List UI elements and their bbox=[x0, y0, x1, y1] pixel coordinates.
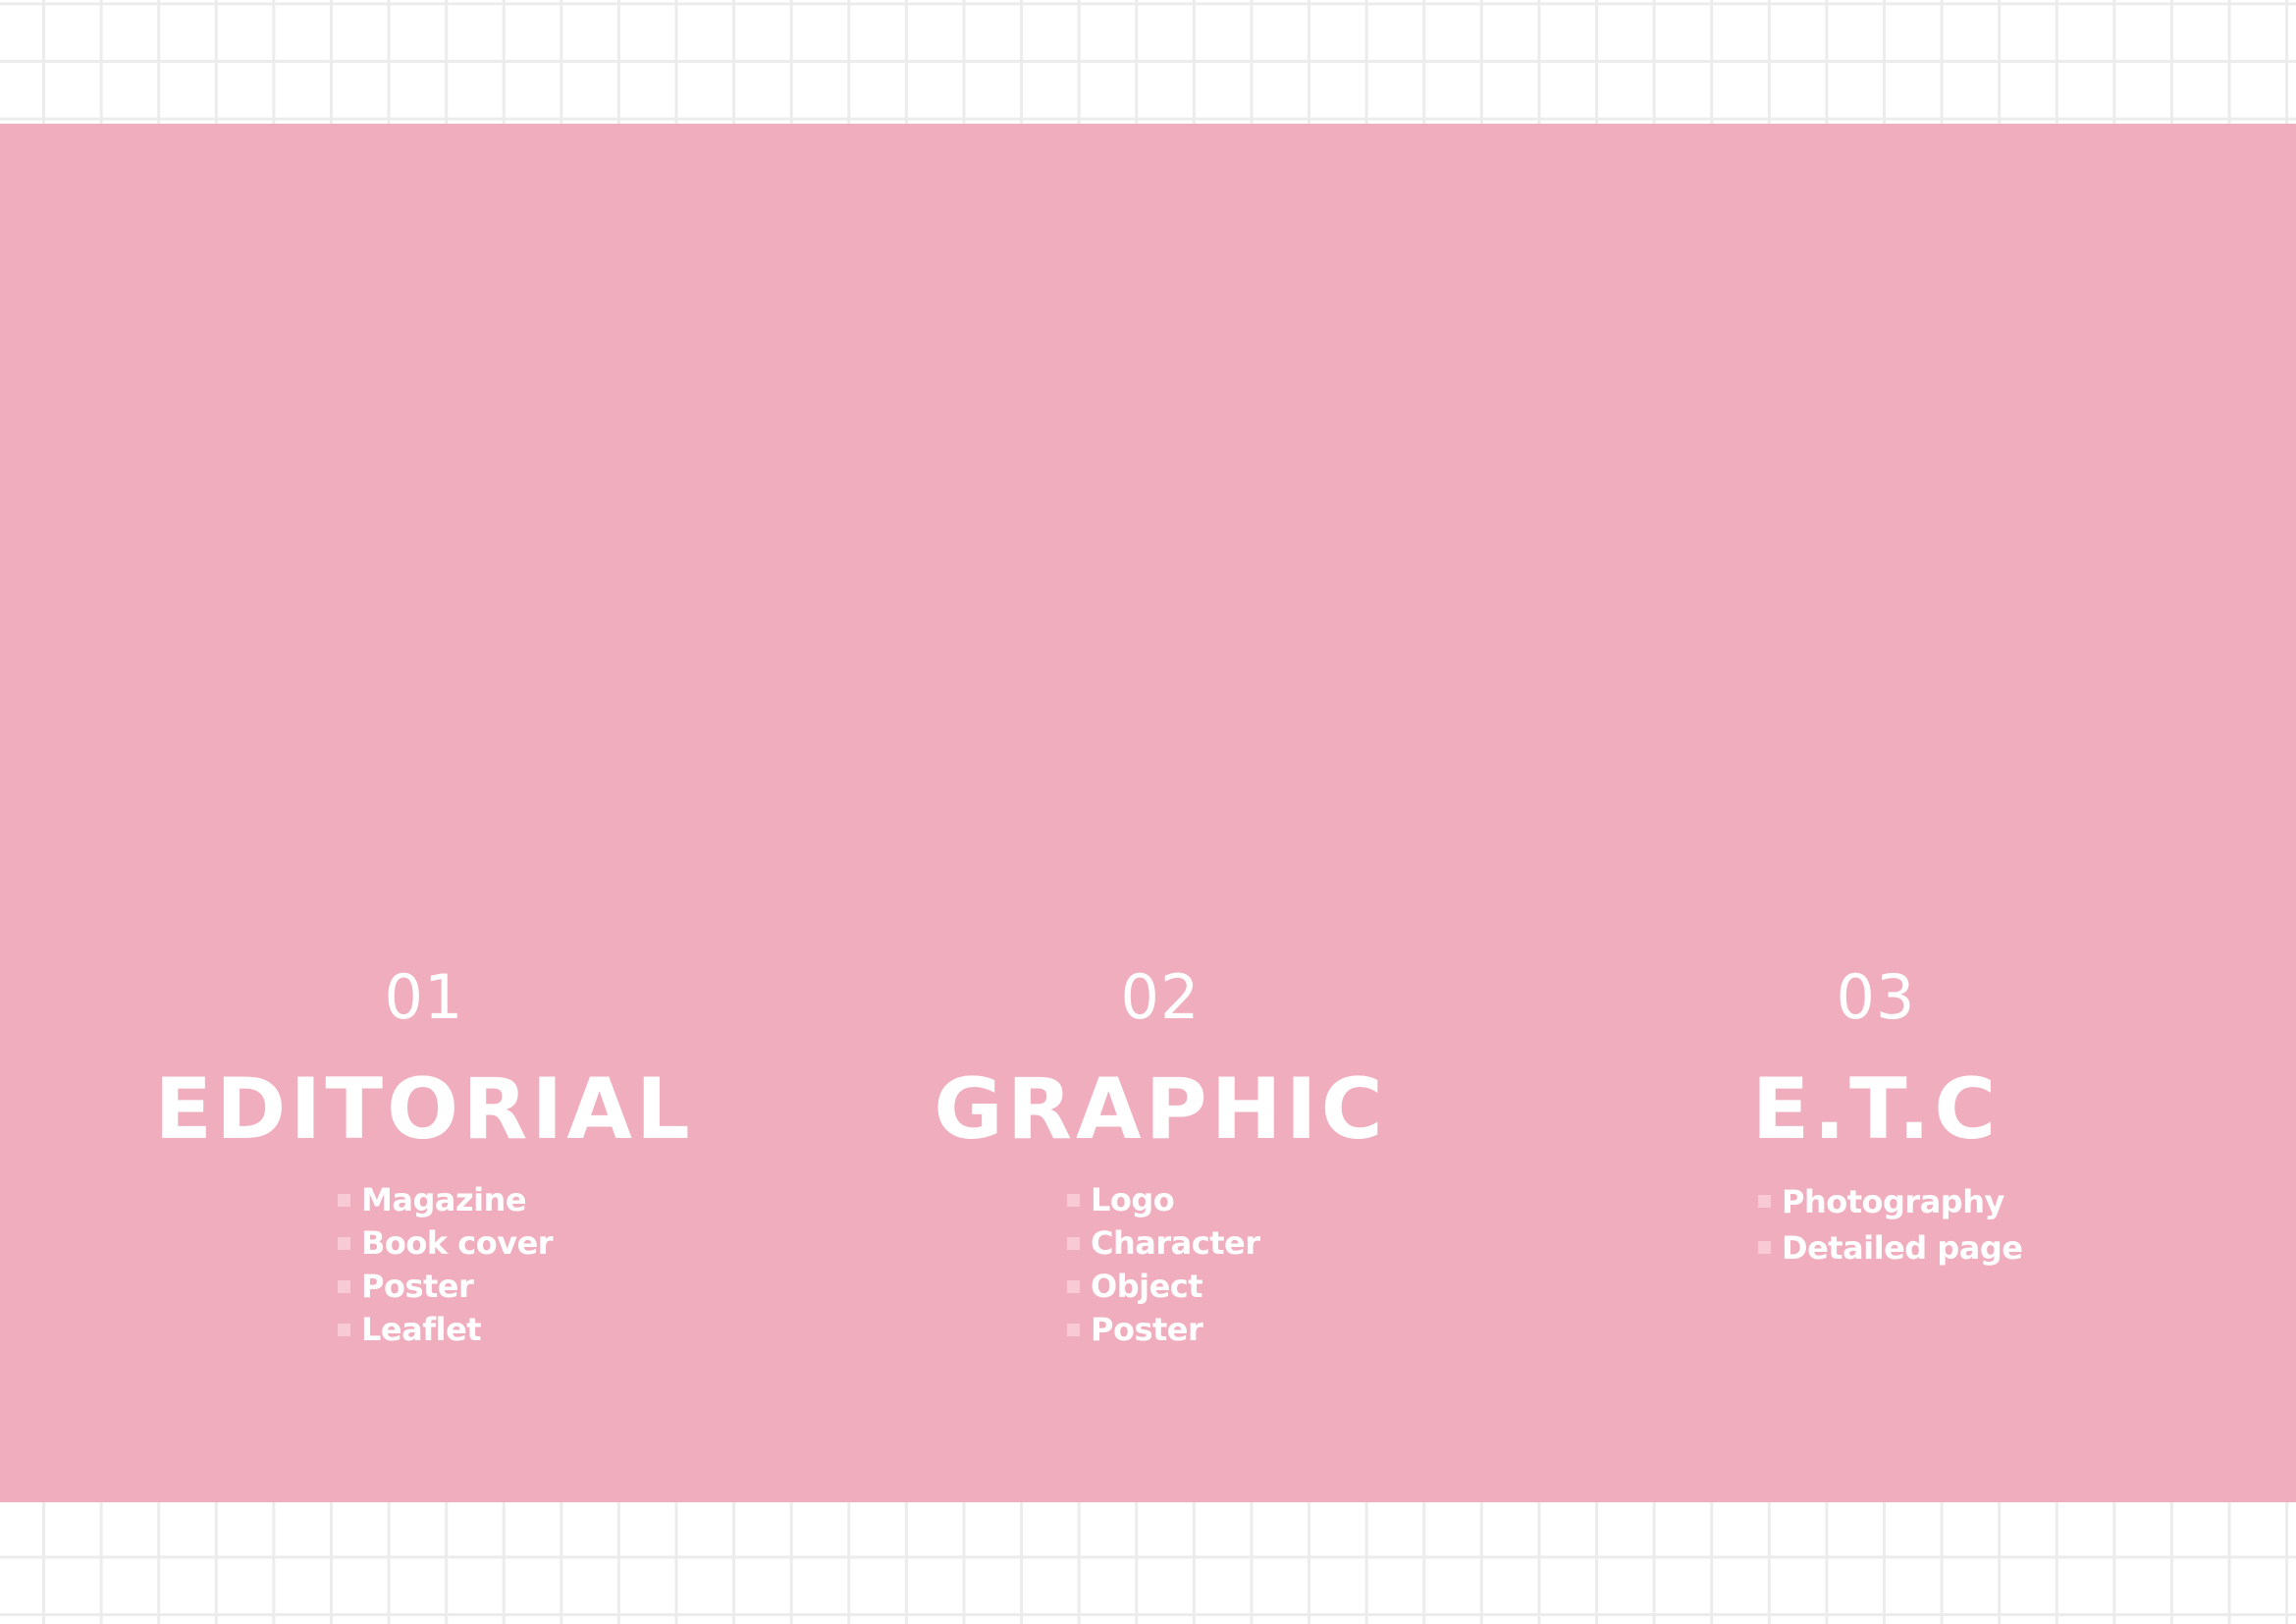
square-bullet-icon bbox=[338, 1279, 350, 1293]
section-title: E.T.C bbox=[1751, 1060, 2001, 1159]
square-bullet-icon bbox=[338, 1193, 350, 1207]
list-item: Character bbox=[1067, 1221, 1260, 1265]
square-bullet-icon bbox=[1758, 1241, 1771, 1254]
square-bullet-icon bbox=[338, 1236, 350, 1250]
item-label: Detailed page bbox=[1782, 1228, 2023, 1267]
item-list: Logo Character Object Poster bbox=[1067, 1178, 1260, 1351]
item-label: Logo bbox=[1091, 1181, 1175, 1218]
section-number: 02 bbox=[1120, 961, 1201, 1033]
list-item: Leaflet bbox=[338, 1308, 553, 1351]
item-label: Magazine bbox=[361, 1181, 527, 1218]
list-item: Poster bbox=[338, 1265, 553, 1308]
square-bullet-icon bbox=[1067, 1323, 1080, 1336]
square-bullet-icon bbox=[1758, 1195, 1771, 1208]
item-label: Leaflet bbox=[361, 1311, 482, 1348]
item-label: Character bbox=[1091, 1224, 1260, 1262]
list-item: Poster bbox=[1067, 1308, 1259, 1351]
item-label: Book cover bbox=[361, 1224, 554, 1262]
square-bullet-icon bbox=[1067, 1279, 1080, 1293]
square-bullet-icon bbox=[338, 1323, 350, 1336]
section-title: EDITORIAL bbox=[154, 1060, 694, 1159]
item-list: Photography Detailed page bbox=[1758, 1178, 2023, 1271]
list-item: Book cover bbox=[338, 1221, 554, 1265]
item-list: Magazine Book cover Poster Leaflet bbox=[338, 1178, 554, 1351]
list-item: Object bbox=[1067, 1265, 1259, 1308]
item-label: Photography bbox=[1782, 1182, 2004, 1220]
section-title: GRAPHIC bbox=[934, 1060, 1387, 1159]
list-item: Photography bbox=[1758, 1178, 2022, 1224]
list-item: Detailed page bbox=[1758, 1224, 2023, 1271]
list-item: Logo bbox=[1067, 1178, 1259, 1221]
section-number: 03 bbox=[1836, 961, 1916, 1033]
item-label: Poster bbox=[361, 1268, 474, 1305]
item-label: Poster bbox=[1091, 1311, 1203, 1348]
list-item: Magazine bbox=[338, 1178, 553, 1221]
item-label: Object bbox=[1091, 1268, 1203, 1305]
section-number: 01 bbox=[384, 961, 464, 1033]
square-bullet-icon bbox=[1067, 1193, 1080, 1207]
square-bullet-icon bbox=[1067, 1236, 1080, 1250]
